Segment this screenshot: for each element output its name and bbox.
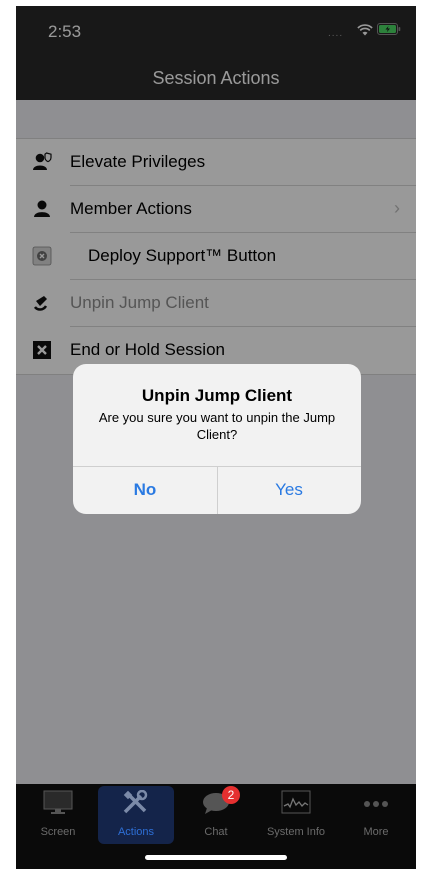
screen-icon [43,790,73,814]
tab-label: Screen [40,826,76,838]
more-icon [364,801,388,807]
dialog-message: Are you sure you want to unpin the Jump … [98,410,336,442]
tab-screen[interactable]: Screen [20,786,96,844]
tab-label: Actions [117,826,155,838]
home-indicator[interactable] [145,855,287,860]
tab-label: Chat [204,826,228,838]
tab-label: More [363,826,389,838]
confirm-dialog: Unpin Jump Client Are you sure you want … [73,364,361,514]
yes-button[interactable]: Yes [217,466,361,514]
tools-icon [123,790,148,814]
tab-actions[interactable]: Actions [98,786,174,844]
phone-screen: 2:53 .... Session Actions Elevate Privil… [16,6,416,869]
tab-system-info[interactable]: System Info [258,786,334,844]
chat-unread-badge: 2 [222,786,240,804]
system-info-icon [281,790,311,814]
no-button[interactable]: No [73,466,217,514]
tab-more[interactable]: More [338,786,414,844]
dialog-title: Unpin Jump Client [141,386,293,405]
tab-label: System Info [266,826,326,838]
tab-chat[interactable]: 2 Chat [178,786,254,844]
